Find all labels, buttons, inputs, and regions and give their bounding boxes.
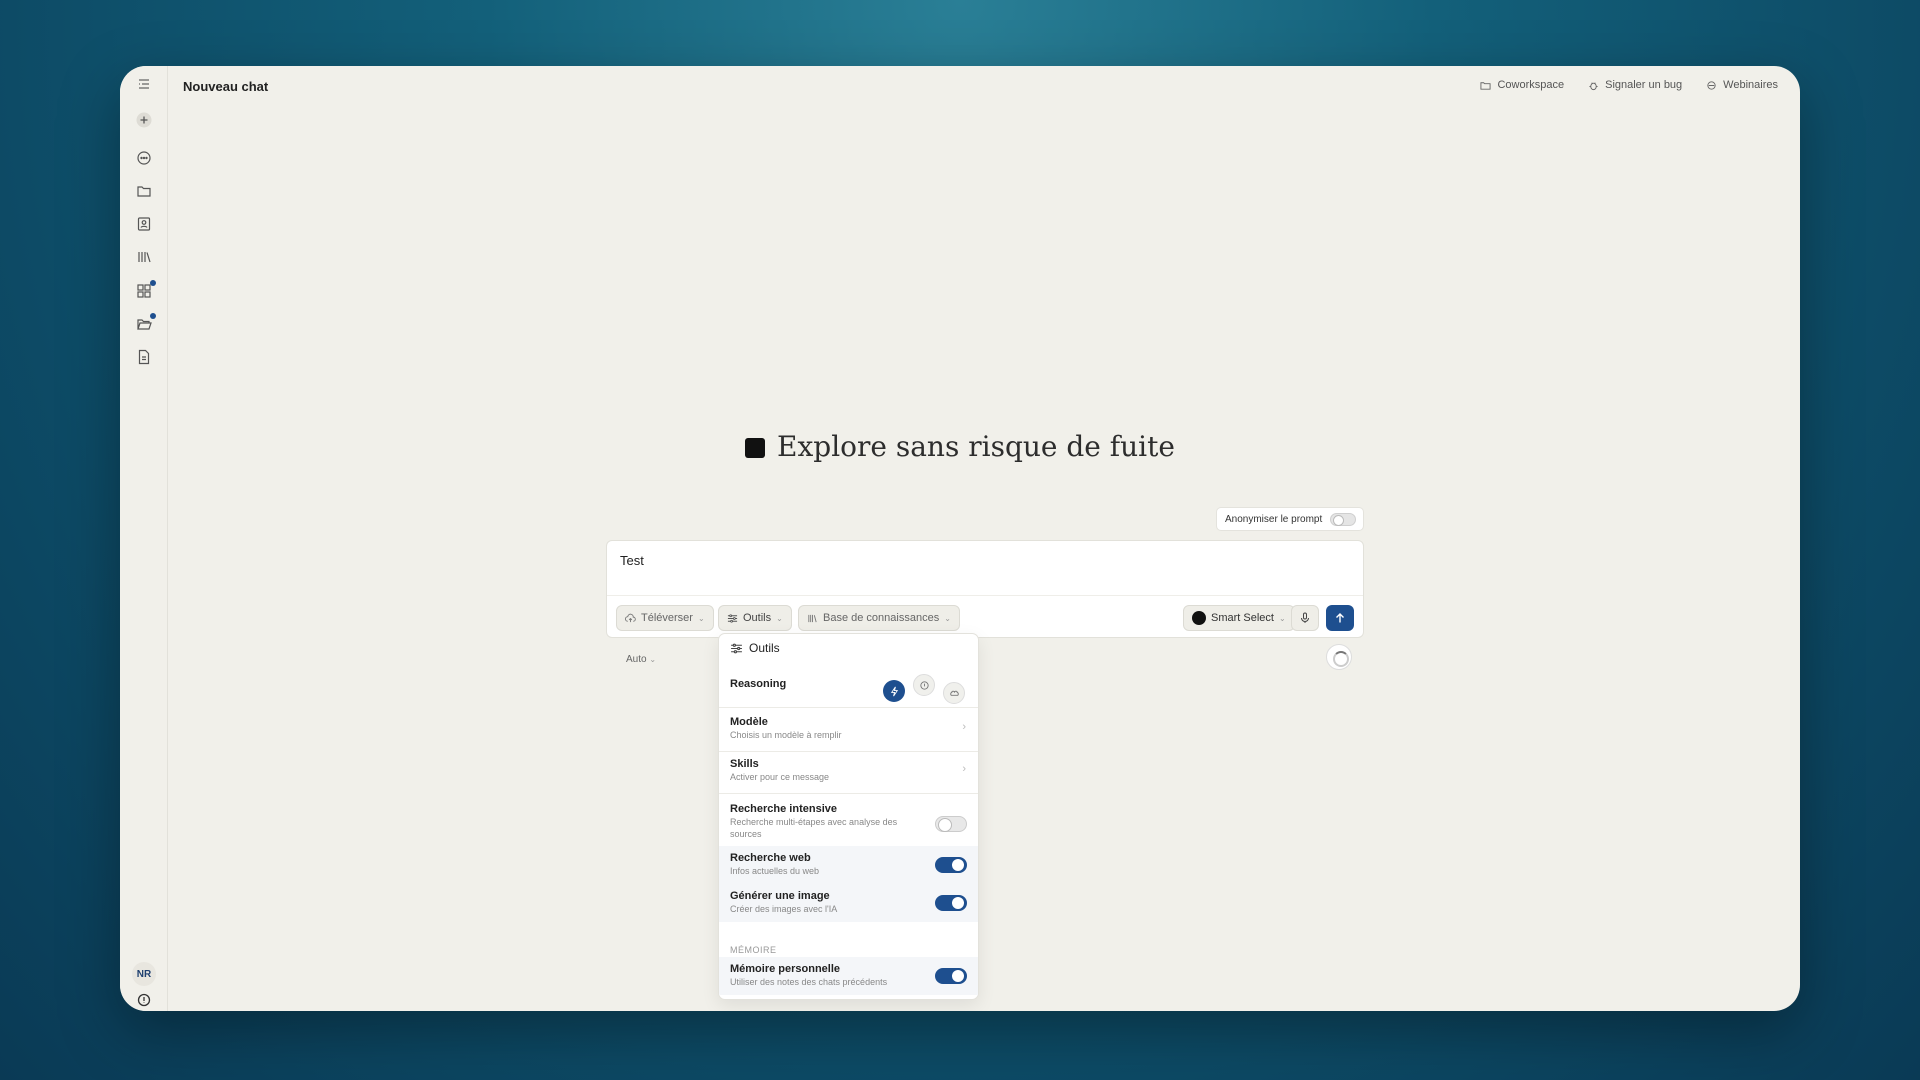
info-icon [919,680,929,690]
deep-search-row: Recherche intensive Recherche multi-étap… [719,796,978,846]
send-button[interactable] [1326,605,1354,631]
auto-label: Auto [626,654,647,665]
upload-label: Téléverser [641,612,693,624]
microphone-button[interactable] [1291,605,1319,631]
personal-memory-toggle[interactable] [935,968,967,984]
arrow-up-icon [1336,613,1344,623]
coworkspace-label: Coworkspace [1497,79,1565,91]
image-generation-title: Générer une image [730,890,830,902]
notification-dot [150,280,156,286]
tools-menu-title: Outils [749,641,780,655]
tools-menu: Outils Reasoning Modèle Choisis un modèl… [718,633,979,1000]
web-search-title: Recherche web [730,852,811,864]
personal-memory-row: Mémoire personnelle Utiliser des notes d… [719,957,978,995]
hero-title: Explore sans risque de fuite [777,430,1175,463]
model-row-subtitle: Choisis un modèle à remplir [730,730,842,740]
chevron-down-icon: ⌄ [944,613,951,623]
model-select[interactable]: Smart Select ⌄ [1183,605,1295,631]
tools-label: Outils [743,612,772,624]
chevron-right-icon: › [962,763,966,775]
bug-icon [1589,81,1598,90]
auto-select[interactable]: Auto ⌄ [626,654,656,665]
avatar[interactable]: NR [132,962,156,986]
chevron-down-icon: ⌄ [697,613,705,623]
anonymize-prompt: Anonymiser le prompt [1216,507,1364,531]
knowledge-base-label: Base de connaissances [823,612,940,624]
app-window: NR Nouveau chat Coworkspace Signaler un … [120,66,1800,1011]
reasoning-deep-button[interactable] [943,682,965,704]
document-icon[interactable] [132,345,156,369]
deep-search-subtitle: Recherche multi-étapes avec analyse des … [730,817,898,839]
model-logo-icon [1192,611,1206,625]
model-select-label: Smart Select [1211,612,1274,624]
upload-icon [625,613,636,622]
model-row-title: Modèle [730,716,768,728]
model-row[interactable]: Modèle Choisis un modèle à remplir › [719,710,978,752]
open-folder-icon[interactable] [132,312,156,336]
anonymize-toggle[interactable] [1330,513,1356,526]
personal-memory-title: Mémoire personnelle [730,963,841,975]
web-search-toggle[interactable] [935,857,967,873]
knowledge-base-button[interactable]: Base de connaissances ⌄ [798,605,960,631]
chevron-right-icon: › [962,721,966,733]
composer-toolbar: Téléverser ⌄ Outils ⌄ Base de connaissan… [607,595,1363,631]
image-generation-toggle[interactable] [935,895,967,911]
chevron-down-icon: ⌄ [776,613,783,623]
folder-icon[interactable] [132,179,156,203]
contacts-icon[interactable] [132,212,156,236]
prompt-input[interactable]: Test [620,553,644,568]
apps-icon[interactable] [132,279,156,303]
sliders-icon [727,613,738,623]
logo-square-icon [745,438,766,458]
tools-menu-header: Outils [730,641,780,655]
brain-icon [949,690,959,696]
webinar-icon [1707,80,1716,90]
page-title: Nouveau chat [183,79,269,94]
chat-icon[interactable] [132,146,156,170]
upload-button[interactable]: Téléverser ⌄ [616,605,714,631]
loading-indicator [1326,644,1352,670]
new-chat-button[interactable] [132,108,156,132]
library-icon[interactable] [132,245,156,269]
microphone-icon [1301,612,1309,623]
coworkspace-link[interactable]: Coworkspace [1480,79,1564,91]
deep-search-title: Recherche intensive [730,803,837,815]
image-generation-row: Générer une image Créer des images avec … [719,884,978,922]
lightning-icon [890,686,898,696]
webinars-label: Webinaires [1723,79,1778,91]
info-icon[interactable] [132,988,156,1011]
library-icon [808,614,817,622]
notification-dot [150,313,156,319]
deep-search-toggle[interactable] [935,816,967,832]
hero: Explore sans risque de fuite [120,430,1800,463]
memory-section-label: MÉMOIRE [730,945,777,955]
sliders-icon [731,643,742,653]
composer: Test Téléverser ⌄ Outils ⌄ Base de conna… [606,540,1364,638]
tools-button[interactable]: Outils ⌄ [718,605,792,631]
anonymize-label: Anonymiser le prompt [1225,513,1323,525]
report-bug-label: Signaler un bug [1605,79,1683,91]
personal-memory-subtitle: Utiliser des notes des chats précédents [730,977,888,987]
image-generation-subtitle: Créer des images avec l'IA [730,904,838,914]
header-links: Coworkspace Signaler un bug Webinaires [1480,79,1778,91]
skills-row-subtitle: Activer pour ce message [730,772,830,782]
chevron-down-icon: ⌄ [1278,613,1286,623]
reasoning-row: Reasoning [719,668,978,708]
sidebar: NR [120,66,168,1011]
web-search-subtitle: Infos actuelles du web [730,866,820,876]
chevron-down-icon: ⌄ [649,655,657,664]
web-search-row: Recherche web Infos actuelles du web [719,846,978,884]
reasoning-fast-button[interactable] [883,680,905,702]
menu-icon[interactable] [132,72,156,96]
skills-row-title: Skills [730,758,759,770]
webinars-link[interactable]: Webinaires [1706,79,1778,91]
reasoning-balanced-button[interactable] [913,674,935,696]
report-bug-link[interactable]: Signaler un bug [1588,79,1682,91]
folder-icon [1480,81,1492,90]
skills-row[interactable]: Skills Activer pour ce message › [719,752,978,794]
